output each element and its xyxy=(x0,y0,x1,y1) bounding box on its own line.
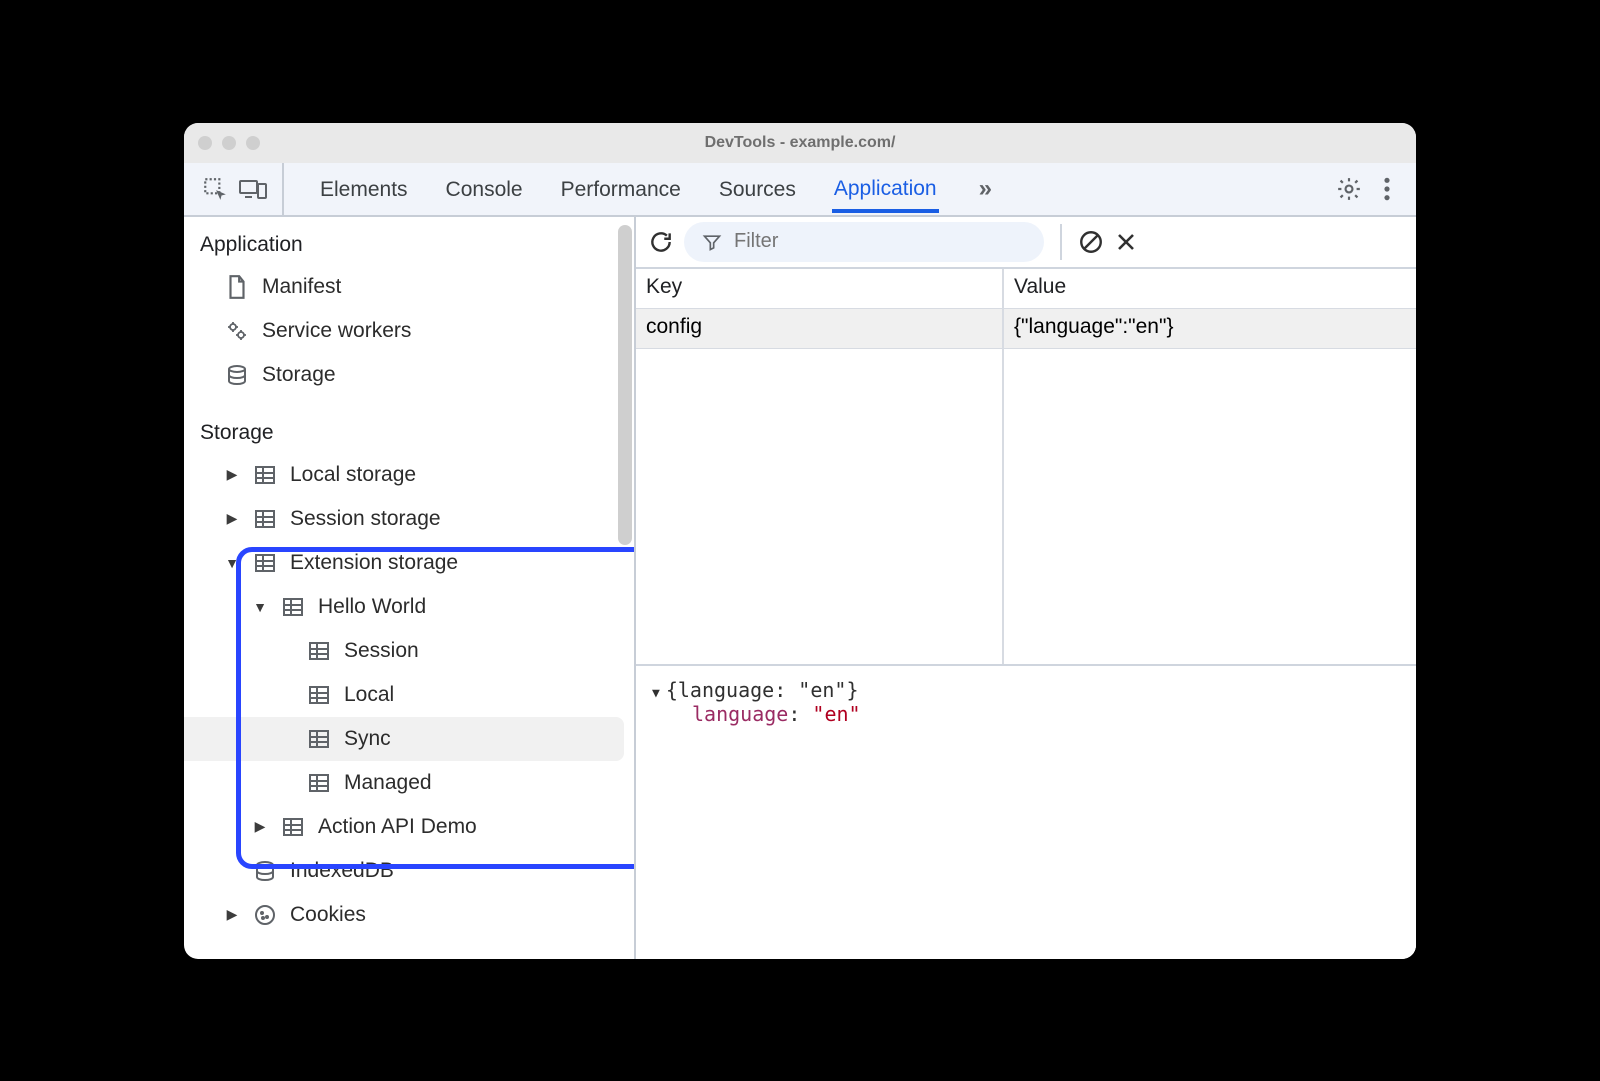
storage-table: Key Value config {"language":"en"} xyxy=(636,269,1416,664)
traffic-close[interactable] xyxy=(198,136,212,150)
table-icon xyxy=(280,596,306,618)
sidebar-item-service-workers[interactable]: Service workers xyxy=(184,309,634,353)
table-icon xyxy=(252,508,278,530)
table-row[interactable]: config {"language":"en"} xyxy=(636,309,1416,349)
sidebar-item-cookies[interactable]: ▶ Cookies xyxy=(184,893,634,937)
sidebar-item-session[interactable]: Session xyxy=(184,629,634,673)
main: Application Manifest Service workers xyxy=(184,217,1416,959)
filter-icon xyxy=(702,232,722,252)
clear-all-icon[interactable] xyxy=(1078,229,1104,255)
window-title: DevTools - example.com/ xyxy=(184,134,1416,152)
sidebar-item-hello-world[interactable]: ▼ Hello World xyxy=(184,585,634,629)
triangle-down-icon[interactable]: ▼ xyxy=(652,686,660,701)
table-icon xyxy=(306,640,332,662)
filter-field[interactable] xyxy=(684,222,1044,262)
preview-property-line: language: "en" xyxy=(652,702,1400,726)
document-icon xyxy=(224,274,250,300)
sidebar-item-extension-storage[interactable]: ▼ Extension storage xyxy=(184,541,634,585)
sidebar-item-managed[interactable]: Managed xyxy=(184,761,634,805)
more-tabs-icon[interactable]: » xyxy=(973,175,998,203)
triangle-down-icon: ▼ xyxy=(224,555,240,571)
triangle-down-icon: ▼ xyxy=(252,599,268,615)
table-header: Key Value xyxy=(636,269,1416,309)
sidebar-item-sync[interactable]: Sync xyxy=(184,717,624,761)
storage-panel: Key Value config {"language":"en"} ▼{lan… xyxy=(636,217,1416,959)
device-toggle-icon[interactable] xyxy=(238,176,268,202)
section-storage: Storage xyxy=(184,415,634,453)
sidebar-item-indexeddb[interactable]: ▶ IndexedDB xyxy=(184,849,634,893)
devtools-window: DevTools - example.com/ Elements Console xyxy=(184,123,1416,959)
sidebar-item-storage[interactable]: Storage xyxy=(184,353,634,397)
sidebar: Application Manifest Service workers xyxy=(184,217,636,959)
table-icon xyxy=(306,728,332,750)
tab-sources[interactable]: Sources xyxy=(717,166,798,212)
cell-value[interactable]: {"language":"en"} xyxy=(1004,309,1416,348)
header-value[interactable]: Value xyxy=(1004,269,1416,308)
value-preview: ▼{language: "en"} language: "en" xyxy=(636,664,1416,959)
tab-console[interactable]: Console xyxy=(444,166,525,212)
cookie-icon xyxy=(252,903,278,927)
inspect-icon[interactable] xyxy=(202,176,228,202)
triangle-right-icon: ▶ xyxy=(224,510,240,527)
header-key[interactable]: Key xyxy=(636,269,1004,308)
tabbar: Elements Console Performance Sources App… xyxy=(184,163,1416,217)
gears-icon xyxy=(224,319,250,343)
triangle-right-icon: ▶ xyxy=(224,906,240,923)
table-icon xyxy=(306,772,332,794)
table-icon xyxy=(252,552,278,574)
traffic-minimize[interactable] xyxy=(222,136,236,150)
cell-key[interactable]: config xyxy=(636,309,1004,348)
tab-application[interactable]: Application xyxy=(832,165,939,213)
sidebar-item-local-storage[interactable]: ▶ Local storage xyxy=(184,453,634,497)
triangle-right-icon: ▶ xyxy=(224,466,240,483)
refresh-icon[interactable] xyxy=(648,229,674,255)
sidebar-item-local[interactable]: Local xyxy=(184,673,634,717)
titlebar: DevTools - example.com/ xyxy=(184,123,1416,163)
sidebar-item-session-storage[interactable]: ▶ Session storage xyxy=(184,497,634,541)
table-icon xyxy=(306,684,332,706)
section-application: Application xyxy=(184,227,634,265)
traffic-lights[interactable] xyxy=(198,136,260,150)
preview-summary-line[interactable]: ▼{language: "en"} xyxy=(652,678,1400,702)
kebab-icon[interactable] xyxy=(1382,176,1392,202)
database-icon xyxy=(252,859,278,883)
gear-icon[interactable] xyxy=(1336,176,1362,202)
table-empty-area[interactable] xyxy=(636,349,1416,664)
traffic-zoom[interactable] xyxy=(246,136,260,150)
table-icon xyxy=(280,816,306,838)
delete-icon[interactable] xyxy=(1114,230,1138,254)
triangle-right-icon: ▶ xyxy=(252,818,268,835)
filter-input[interactable] xyxy=(734,230,1026,253)
tab-performance[interactable]: Performance xyxy=(559,166,683,212)
sidebar-item-manifest[interactable]: Manifest xyxy=(184,265,634,309)
storage-toolbar xyxy=(636,217,1416,269)
database-icon xyxy=(224,363,250,387)
table-icon xyxy=(252,464,278,486)
sidebar-item-action-api-demo[interactable]: ▶ Action API Demo xyxy=(184,805,634,849)
separator xyxy=(1060,224,1062,260)
scrollbar[interactable] xyxy=(618,225,632,545)
tab-elements[interactable]: Elements xyxy=(318,166,410,212)
